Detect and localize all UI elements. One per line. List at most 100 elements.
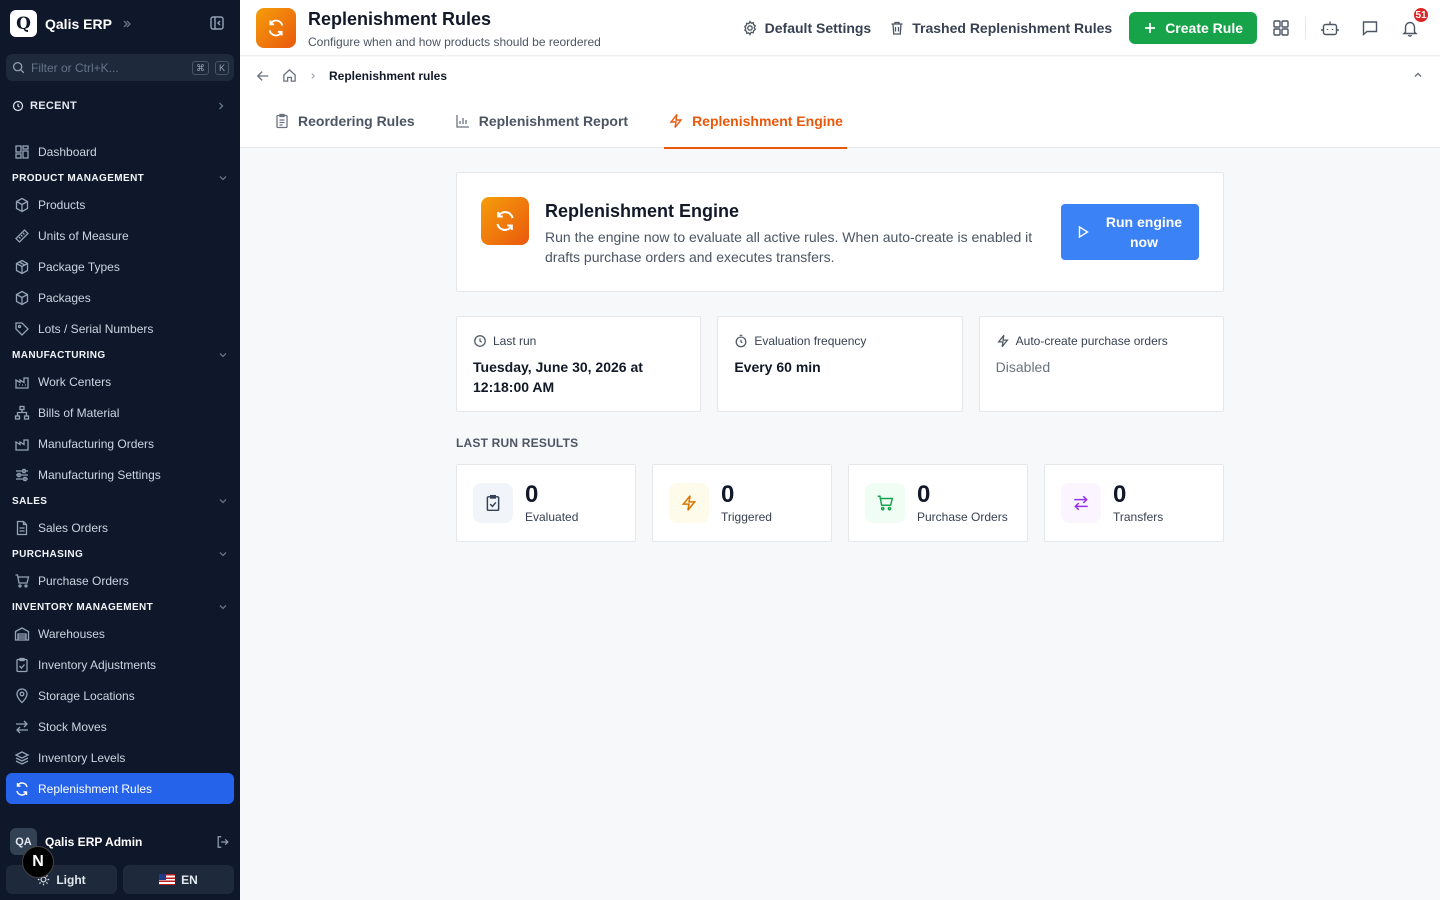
theme-toggle-button[interactable]: Light <box>6 865 117 894</box>
sidebar-item-sales-orders[interactable]: Sales Orders <box>6 512 234 543</box>
page-header: Replenishment Rules Configure when and h… <box>240 0 1440 56</box>
tab-replenishment-engine[interactable]: Replenishment Engine <box>664 94 847 149</box>
sidebar-item-label: Work Centers <box>38 374 112 389</box>
package-icon <box>14 290 30 306</box>
page-subtitle: Configure when and how products should b… <box>308 35 601 49</box>
engine-description: Run the engine now to evaluate all activ… <box>545 229 1033 265</box>
trashed-rules-button[interactable]: Trashed Replenishment Rules <box>880 12 1121 44</box>
sidebar-item-storage-locations[interactable]: Storage Locations <box>6 680 234 711</box>
trash-icon <box>889 20 905 36</box>
sidebar-item-manufacturing-orders[interactable]: Manufacturing Orders <box>6 428 234 459</box>
chevron-down-icon <box>218 496 228 506</box>
kbd-k: K <box>215 60 230 75</box>
sidebar-item-inventory-adjustments[interactable]: Inventory Adjustments <box>6 649 234 680</box>
stat-label: Purchase Orders <box>917 510 1008 524</box>
sidebar-item-manufacturing-settings[interactable]: Manufacturing Settings <box>6 459 234 490</box>
bot-icon <box>1321 19 1339 37</box>
sidebar-nav: Dashboard PRODUCT MANAGEMENT Products Un… <box>6 136 234 804</box>
breadcrumb-current: Replenishment rules <box>329 68 448 83</box>
section-sales[interactable]: SALES <box>6 492 234 510</box>
brand[interactable]: Q Qalis ERP <box>10 10 132 37</box>
refresh-icon <box>14 781 30 797</box>
notification-count-badge: 51 <box>1412 6 1430 24</box>
assistant-button[interactable] <box>1314 12 1346 44</box>
auto-create-card: Auto-create purchase orders Disabled <box>978 316 1224 412</box>
hierarchy-icon <box>14 405 30 421</box>
tab-label: Reordering Rules <box>298 113 415 129</box>
sidebar-collapse-icon[interactable] <box>209 15 225 31</box>
home-icon[interactable] <box>282 68 297 83</box>
gear-icon <box>742 20 758 36</box>
stat-value: 0 <box>721 481 735 508</box>
brand-name: Qalis ERP <box>45 15 112 32</box>
tab-reordering-rules[interactable]: Reordering Rules <box>270 94 419 148</box>
run-engine-button[interactable]: Run engine now <box>1061 204 1199 260</box>
tab-label: Replenishment Report <box>478 113 629 129</box>
sidebar-item-label: Inventory Adjustments <box>38 657 157 672</box>
dev-tools-badge[interactable]: N <box>22 846 54 878</box>
sidebar-item-label: Manufacturing Orders <box>38 436 155 451</box>
warehouse-icon <box>14 626 30 642</box>
stat-purchase-orders: 0 Purchase Orders <box>848 464 1028 542</box>
sliders-icon <box>14 467 30 483</box>
sidebar-item-stock-moves[interactable]: Stock Moves <box>6 711 234 742</box>
sidebar-item-packages[interactable]: Packages <box>6 282 234 313</box>
sidebar-item-products[interactable]: Products <box>6 189 234 220</box>
language-button[interactable]: EN <box>123 865 234 894</box>
sidebar-item-label: Inventory Levels <box>38 750 126 765</box>
sidebar-item-label: Lots / Serial Numbers <box>38 321 154 336</box>
chevron-up-icon[interactable] <box>1412 69 1424 81</box>
default-settings-button[interactable]: Default Settings <box>733 12 881 44</box>
timer-icon <box>734 334 748 348</box>
theme-label: Light <box>56 872 86 887</box>
sidebar-item-bills-of-material[interactable]: Bills of Material <box>6 397 234 428</box>
section-inventory-management[interactable]: INVENTORY MANAGEMENT <box>6 598 234 616</box>
sidebar-item-label: Units of Measure <box>38 228 129 243</box>
frequency-value: Every 60 min <box>734 359 821 375</box>
last-run-value: Tuesday, June 30, 2026 at 12:18:00 AM <box>473 359 643 395</box>
sidebar-item-package-types[interactable]: Package Types <box>6 251 234 282</box>
user-name: Qalis ERP Admin <box>45 834 143 849</box>
box-icon <box>14 197 30 213</box>
sidebar-item-work-centers[interactable]: Work Centers <box>6 366 234 397</box>
last-run-label-row: Last run <box>473 333 684 349</box>
section-purchasing[interactable]: PURCHASING <box>6 545 234 563</box>
tab-replenishment-report[interactable]: Replenishment Report <box>451 94 632 148</box>
section-label: PURCHASING <box>12 548 84 560</box>
factory-icon <box>14 436 30 452</box>
stat-label: Evaluated <box>525 510 579 524</box>
play-icon <box>1076 225 1090 239</box>
section-manufacturing[interactable]: MANUFACTURING <box>6 346 234 364</box>
run-engine-label: Run engine now <box>1105 214 1183 250</box>
chevron-down-icon <box>218 350 228 360</box>
stat-triggered: 0 Triggered <box>652 464 832 542</box>
sidebar-item-lots-serial-numbers[interactable]: Lots / Serial Numbers <box>6 313 234 344</box>
chevron-down-icon <box>218 602 228 612</box>
filter-input[interactable] <box>31 60 186 75</box>
sidebar-item-label: Replenishment Rules <box>38 781 153 796</box>
sidebar-item-purchase-orders[interactable]: Purchase Orders <box>6 565 234 596</box>
page-title: Replenishment Rules <box>308 9 492 29</box>
sidebar-item-inventory-levels[interactable]: Inventory Levels <box>6 742 234 773</box>
section-label: SALES <box>12 495 48 507</box>
us-flag-icon <box>159 874 176 885</box>
logout-icon[interactable] <box>216 835 230 849</box>
grid-icon <box>1272 19 1290 37</box>
sidebar-item-units-of-measure[interactable]: Units of Measure <box>6 220 234 251</box>
recent-toggle[interactable]: RECENT <box>12 98 226 114</box>
engine-title: Replenishment Engine <box>545 201 740 221</box>
messages-button[interactable] <box>1354 12 1386 44</box>
breadcrumb: Replenishment rules <box>240 57 1440 94</box>
sidebar-item-replenishment-rules[interactable]: Replenishment Rules <box>6 773 234 804</box>
brand-logo: Q <box>10 10 37 37</box>
sidebar-item-warehouses[interactable]: Warehouses <box>6 618 234 649</box>
sidebar-item-dashboard[interactable]: Dashboard <box>6 136 234 167</box>
stat-text: 0 Evaluated <box>525 482 579 525</box>
back-arrow-icon[interactable] <box>256 69 270 83</box>
create-rule-button[interactable]: Create Rule <box>1129 12 1257 44</box>
section-product-management[interactable]: PRODUCT MANAGEMENT <box>6 169 234 187</box>
notifications-button[interactable]: 51 <box>1394 6 1430 44</box>
section-label: PRODUCT MANAGEMENT <box>12 172 145 184</box>
apps-grid-button[interactable] <box>1265 12 1297 44</box>
chevron-down-icon <box>218 173 228 183</box>
